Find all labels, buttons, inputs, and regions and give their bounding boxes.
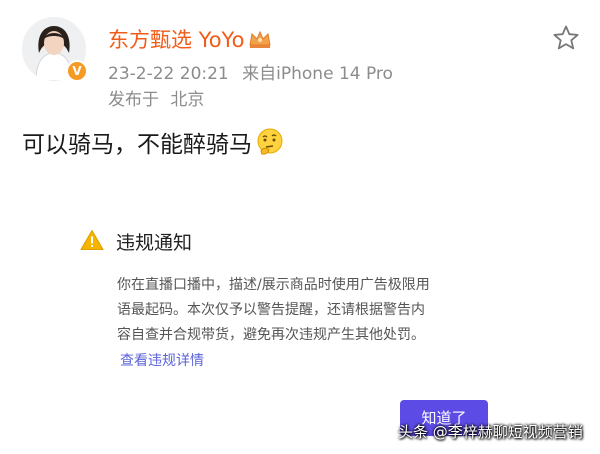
notice-body: 你在直播口播中，描述/展示商品时使用广告极限用 语最起码。本次仅予以警告提醒，还… <box>117 273 487 348</box>
crown-icon <box>249 30 272 48</box>
star-outline-icon[interactable] <box>552 24 580 52</box>
notice-body-line: 你在直播口播中，描述/展示商品时使用广告极限用 <box>117 277 430 293</box>
verified-badge: V <box>66 60 88 82</box>
warning-triangle-icon <box>80 230 104 250</box>
post-text-row: 可以骑马，不能醉骑马 <box>22 125 285 159</box>
location-name: 北京 <box>170 90 205 110</box>
watermark: 头条 @李梓赫聊短视频营销 <box>398 423 583 441</box>
post-text: 可以骑马，不能醉骑马 <box>22 132 252 158</box>
post-location: 发布于 北京 <box>108 85 204 110</box>
notice-body-line: 语最起码。本次仅予以警告提醒，还请根据警告内 <box>117 302 425 318</box>
view-violation-details-link[interactable]: 查看违规详情 <box>120 350 204 370</box>
post-meta: 23-2-22 20:21 来自iPhone 14 Pro <box>108 59 393 84</box>
violation-notice-card: 违规通知 你在直播口播中，描述/展示商品时使用广告极限用 语最起码。本次仅予以警… <box>60 215 500 445</box>
post-header: V 东方甄选 YoYo 23-2-22 20:21 来自iPhone 14 Pr… <box>0 0 600 115</box>
post-date: 23-2-22 20:21 <box>108 64 229 84</box>
notice-title: 违规通知 <box>116 232 193 254</box>
author-name-row: 东方甄选 YoYo <box>108 24 272 54</box>
post-source: 来自iPhone 14 Pro <box>242 64 393 84</box>
notice-body-line: 容自查并合规带货，避免再次违规产生其他处罚。 <box>117 327 425 343</box>
thinking-face-icon <box>257 128 283 155</box>
author-name[interactable]: 东方甄选 YoYo <box>108 24 244 54</box>
location-prefix: 发布于 <box>108 90 159 110</box>
